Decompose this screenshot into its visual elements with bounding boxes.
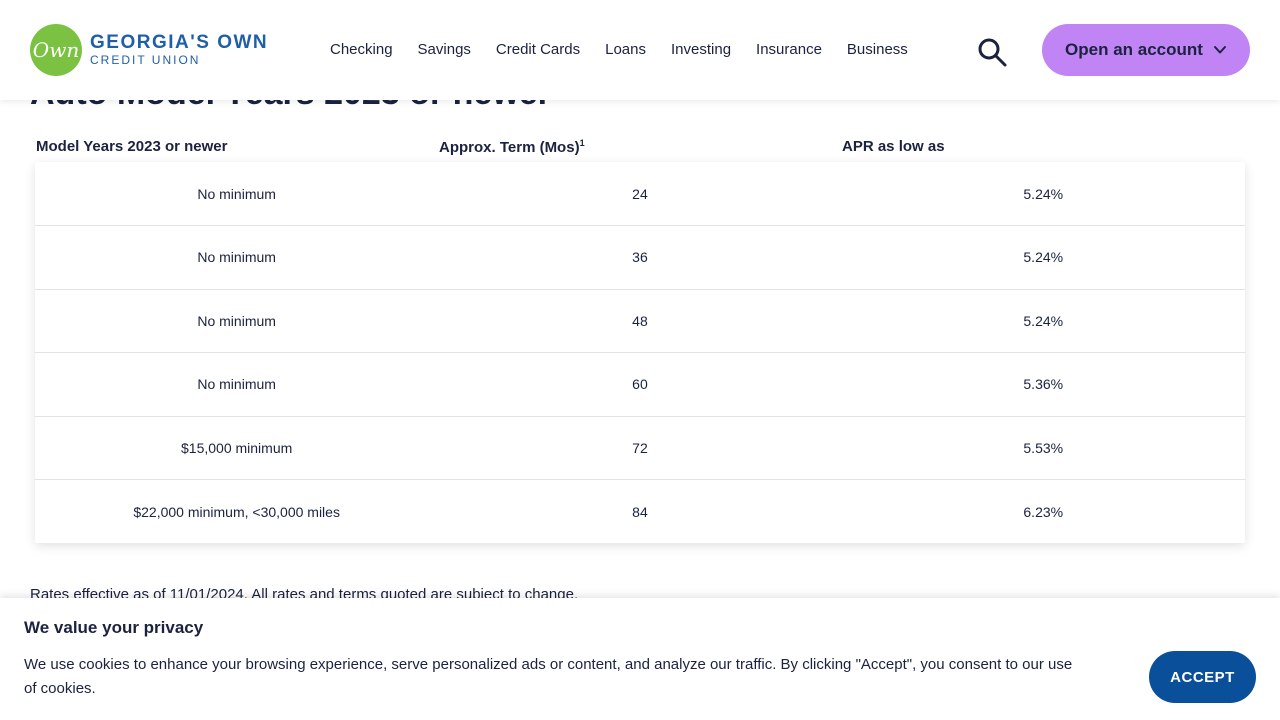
table-row: No minimum 48 5.24% xyxy=(35,290,1245,353)
nav-insurance[interactable]: Insurance xyxy=(756,38,822,62)
logo-subtitle: CREDIT UNION xyxy=(90,53,201,67)
cell-minimum: No minimum xyxy=(197,185,276,202)
cell-term: 72 xyxy=(632,439,648,456)
nav-loans[interactable]: Loans xyxy=(605,38,646,62)
nav-savings[interactable]: Savings xyxy=(418,38,471,62)
header-term-label: Approx. Term (Mos) xyxy=(439,139,580,156)
cell-apr: 5.36% xyxy=(1023,376,1064,393)
main-nav: Checking Savings Credit Cards Loans Inve… xyxy=(330,38,933,62)
cell-minimum: No minimum xyxy=(197,312,276,329)
cell-term: 24 xyxy=(632,185,648,202)
cell-term: 48 xyxy=(632,312,648,329)
cell-term: 60 xyxy=(632,376,648,393)
accept-button[interactable]: ACCEPT xyxy=(1149,651,1256,703)
cell-apr: 6.23% xyxy=(1023,503,1064,520)
logo[interactable]: Own GEORGIA'S OWN CREDIT UNION xyxy=(30,24,268,76)
header-apr: APR as low as xyxy=(842,138,945,155)
table-header: Model Years 2023 or newer Approx. Term (… xyxy=(36,138,1246,156)
term-footnote[interactable]: 1 xyxy=(580,138,585,148)
cell-term: 84 xyxy=(632,503,648,520)
cell-minimum: No minimum xyxy=(197,376,276,393)
cell-apr: 5.24% xyxy=(1023,185,1064,202)
cell-minimum: No minimum xyxy=(197,249,276,266)
chevron-down-icon xyxy=(1213,46,1226,54)
cookie-title: We value your privacy xyxy=(24,618,204,637)
cell-apr: 5.24% xyxy=(1023,249,1064,266)
cookie-text: We use cookies to enhance your browsing … xyxy=(24,656,1073,697)
cell-minimum: $22,000 minimum, <30,000 miles xyxy=(133,503,340,520)
open-account-label: Open an account xyxy=(1065,40,1203,59)
cell-apr: 5.53% xyxy=(1023,439,1064,456)
header-term: Approx. Term (Mos)1 xyxy=(439,138,842,156)
logo-mark: Own xyxy=(30,24,82,76)
table-row: $15,000 minimum 72 5.53% xyxy=(35,417,1245,480)
site-header: Own GEORGIA'S OWN CREDIT UNION Checking … xyxy=(0,0,1280,100)
table-row: No minimum 60 5.36% xyxy=(35,353,1245,417)
nav-investing[interactable]: Investing xyxy=(671,38,731,62)
cell-apr: 5.24% xyxy=(1023,312,1064,329)
cookie-banner: We value your privacy We use cookies to … xyxy=(0,598,1280,720)
search-icon[interactable] xyxy=(976,36,1008,68)
table-row: No minimum 24 5.24% xyxy=(35,162,1245,226)
cell-term: 36 xyxy=(632,249,648,266)
table-row: No minimum 36 5.24% xyxy=(35,226,1245,290)
open-account-button[interactable]: Open an account xyxy=(1042,24,1250,76)
logo-name: GEORGIA'S OWN xyxy=(90,32,269,53)
nav-credit-cards[interactable]: Credit Cards xyxy=(496,38,580,62)
nav-business[interactable]: Business xyxy=(847,38,908,62)
cell-minimum: $15,000 minimum xyxy=(181,439,293,456)
nav-checking[interactable]: Checking xyxy=(330,38,393,62)
header-model-years: Model Years 2023 or newer xyxy=(36,138,228,155)
rates-table: No minimum 24 5.24% No minimum 36 5.24% … xyxy=(35,162,1245,543)
table-row: $22,000 minimum, <30,000 miles 84 6.23% xyxy=(35,480,1245,544)
